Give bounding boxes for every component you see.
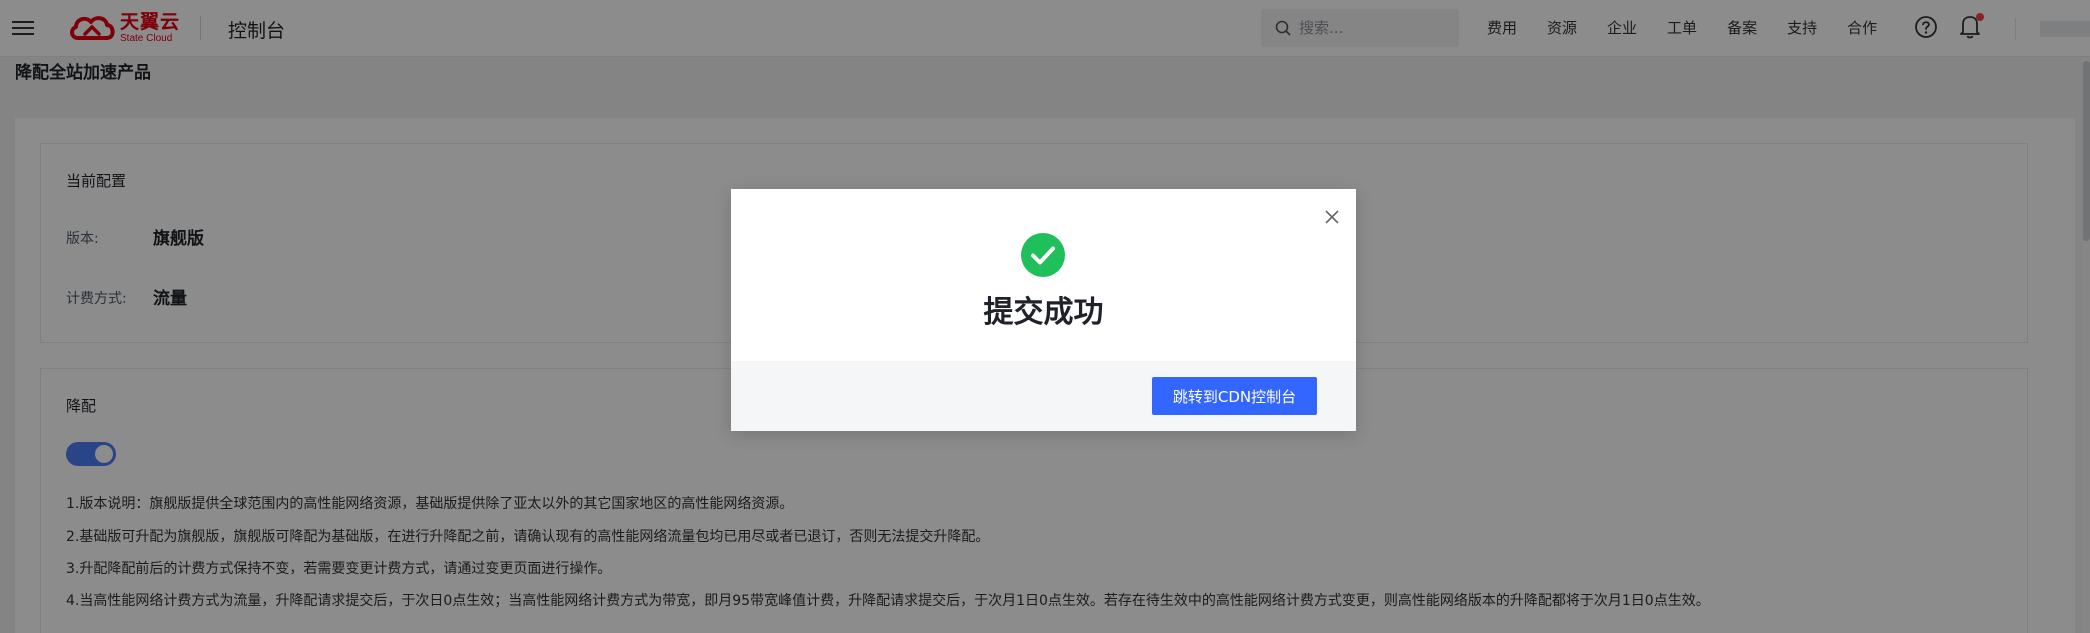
dialog-title: 提交成功 xyxy=(983,295,1104,330)
go-to-cdn-console-button[interactable]: 跳转到CDN控制台 xyxy=(1152,377,1317,415)
close-icon[interactable] xyxy=(1321,206,1343,228)
dialog-footer: 跳转到CDN控制台 xyxy=(731,361,1356,431)
success-dialog: 提交成功 跳转到CDN控制台 xyxy=(731,189,1356,431)
success-check-icon xyxy=(1021,233,1065,277)
